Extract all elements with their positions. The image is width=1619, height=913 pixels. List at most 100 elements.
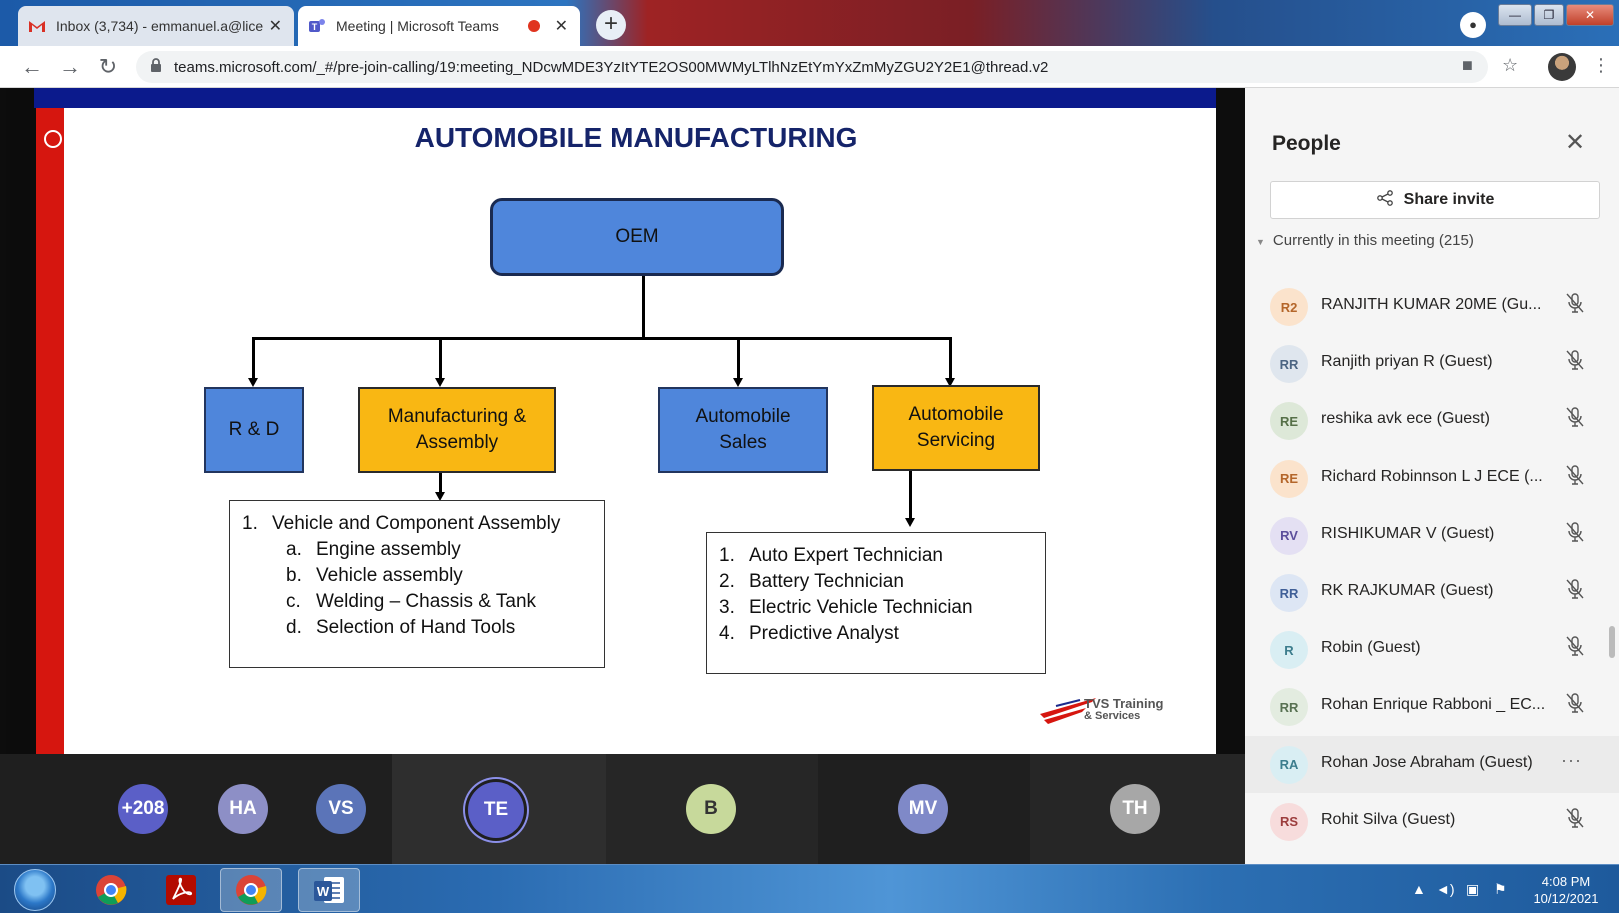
participant-tile[interactable]: TH	[1030, 754, 1245, 864]
arrow-down-icon	[905, 518, 915, 527]
taskbar-word[interactable]: W	[298, 868, 360, 912]
participant-name: RISHIKUMAR V (Guest)	[1321, 524, 1495, 542]
list-text: Vehicle and Component Assembly	[272, 513, 561, 534]
logo-text-line: TVS Training	[1084, 696, 1164, 711]
restore-button[interactable]: ❐	[1534, 4, 1564, 26]
address-bar: ← → ↻ teams.microsoft.com/_#/pre-join-ca…	[0, 46, 1619, 88]
system-clock[interactable]: 4:08 PM 10/12/2021	[1530, 873, 1602, 907]
participant-row[interactable]: RE reshika avk ece (Guest)	[1245, 392, 1619, 449]
list-number: c.	[286, 591, 301, 612]
avatar: TH	[1110, 784, 1160, 834]
list-text: Auto Expert Technician	[749, 545, 943, 566]
taskbar-chrome[interactable]	[80, 868, 142, 912]
profile-avatar[interactable]	[1548, 53, 1576, 81]
rnd-label: R & D	[228, 419, 280, 440]
participant-row[interactable]: RS Rohit Silva (Guest)	[1245, 793, 1619, 850]
word-icon: W	[314, 877, 344, 903]
forward-icon[interactable]: →	[56, 54, 84, 80]
avatar: RR	[1270, 574, 1308, 612]
close-tab-icon[interactable]: ✕	[269, 16, 282, 36]
list-number: b.	[286, 565, 302, 586]
close-icon[interactable]: ✕	[1565, 128, 1585, 157]
participant-strip: +208 HA VS TE B MV TH	[0, 754, 1245, 864]
taskbar-chrome-active[interactable]	[220, 868, 282, 912]
avatar: RR	[1270, 345, 1308, 384]
list-item: b. Vehicle assembly	[242, 563, 592, 589]
list-text: Selection of Hand Tools	[316, 617, 516, 638]
participant-tile[interactable]: MV	[818, 754, 1030, 864]
participant-name: Rohit Silva (Guest)	[1321, 810, 1456, 828]
close-tab-icon[interactable]: ✕	[555, 16, 568, 36]
network-icon[interactable]: ▣	[1466, 881, 1479, 898]
participant-tile[interactable]: B	[606, 754, 818, 864]
avatar[interactable]: HA	[218, 784, 268, 834]
avatar[interactable]: VS	[316, 784, 366, 834]
participant-row[interactable]: RR Ranjith priyan R (Guest)	[1245, 335, 1619, 392]
participant-row[interactable]: RA Rohan Jose Abraham (Guest) ···	[1245, 735, 1619, 793]
participant-row[interactable]: RV RISHIKUMAR V (Guest)	[1245, 507, 1619, 564]
tab-gmail[interactable]: Inbox (3,734) - emmanuel.a@lice ✕	[18, 6, 294, 46]
camera-icon[interactable]: ■	[1462, 55, 1473, 76]
list-item: 4. Predictive Analyst	[719, 621, 1033, 647]
manufacturing-box: Manufacturing & Assembly	[358, 387, 556, 473]
participant-row[interactable]: RR RK RAJKUMAR (Guest)	[1245, 564, 1619, 621]
list-number: 1.	[242, 513, 258, 534]
recording-icon	[528, 20, 540, 32]
participant-row[interactable]: R Robin (Guest)	[1245, 621, 1619, 678]
slide-title: AUTOMOBILE MANUFACTURING	[414, 122, 858, 153]
participant-row[interactable]: RR Rohan Enrique Rabboni _ EC...	[1245, 678, 1619, 735]
overflow-tile: +208 HA VS	[0, 754, 392, 864]
slide-edge	[6, 88, 36, 754]
browser-tab-strip: Inbox (3,734) - emmanuel.a@lice ✕ T Meet…	[0, 0, 1619, 46]
share-invite-button[interactable]: Share invite	[1270, 181, 1600, 219]
avatar: RR	[1270, 688, 1308, 727]
connector	[439, 337, 442, 379]
back-icon[interactable]: ←	[18, 54, 46, 80]
mic-off-icon	[1566, 293, 1584, 313]
participant-name: Ranjith priyan R (Guest)	[1321, 353, 1493, 371]
participant-name: Rohan Enrique Rabboni _ EC...	[1321, 696, 1546, 714]
url-field[interactable]: teams.microsoft.com/_#/pre-join-calling/…	[136, 51, 1488, 83]
list-number: 3.	[719, 597, 735, 618]
connector	[252, 337, 255, 379]
caret-down-icon: ▼	[1256, 237, 1265, 247]
taskbar-acrobat[interactable]	[150, 868, 212, 912]
close-window-button[interactable]: ✕	[1566, 4, 1614, 26]
arrow-down-icon	[435, 378, 445, 387]
media-control-icon[interactable]: ●	[1460, 12, 1486, 38]
meeting-section-header[interactable]: ▼ Currently in this meeting (215)	[1256, 232, 1474, 249]
participant-row[interactable]: R2 RANJITH KUMAR 20ME (Gu...	[1245, 278, 1619, 335]
reload-icon[interactable]: ↻	[94, 54, 122, 80]
tray-expand-icon[interactable]: ▲	[1412, 881, 1426, 897]
minimize-button[interactable]: —	[1498, 4, 1532, 26]
list-number: 1.	[719, 545, 735, 566]
avatar: B	[686, 784, 736, 834]
list-number: 4.	[719, 623, 735, 644]
list-number: a.	[286, 539, 302, 560]
chrome-icon	[96, 875, 127, 905]
mic-off-icon	[1566, 579, 1584, 599]
action-center-flag-icon[interactable]: ⚑	[1494, 881, 1507, 898]
list-number: d.	[286, 617, 302, 638]
avatar[interactable]: +208	[118, 784, 168, 834]
new-tab-button[interactable]: +	[596, 10, 626, 40]
connector	[642, 276, 645, 338]
start-button[interactable]	[14, 869, 56, 911]
avatar: RE	[1270, 459, 1308, 498]
volume-icon[interactable]: ◄)	[1436, 881, 1455, 897]
arrow-down-icon	[733, 378, 743, 387]
meeting-stage: AUTOMOBILE MANUFACTURING OEM R & D Manuf…	[0, 88, 1245, 864]
avatar: RE	[1270, 402, 1308, 441]
scrollbar[interactable]	[1609, 626, 1615, 658]
participant-row[interactable]: RE Richard Robinnson L J ECE (...	[1245, 450, 1619, 507]
servicing-label: Automobile Servicing	[908, 404, 1004, 451]
slide-blue-band	[34, 88, 1216, 108]
participant-tile[interactable]: TE	[392, 754, 606, 864]
connector	[949, 337, 952, 379]
url-text: teams.microsoft.com/_#/pre-join-calling/…	[174, 59, 1049, 76]
tab-teams[interactable]: T Meeting | Microsoft Teams ✕	[298, 6, 580, 46]
more-options-icon[interactable]: ···	[1561, 750, 1582, 771]
avatar: RA	[1270, 745, 1308, 784]
bookmark-star-icon[interactable]: ☆	[1502, 55, 1518, 76]
menu-kebab-icon[interactable]: ⋮	[1592, 55, 1610, 76]
